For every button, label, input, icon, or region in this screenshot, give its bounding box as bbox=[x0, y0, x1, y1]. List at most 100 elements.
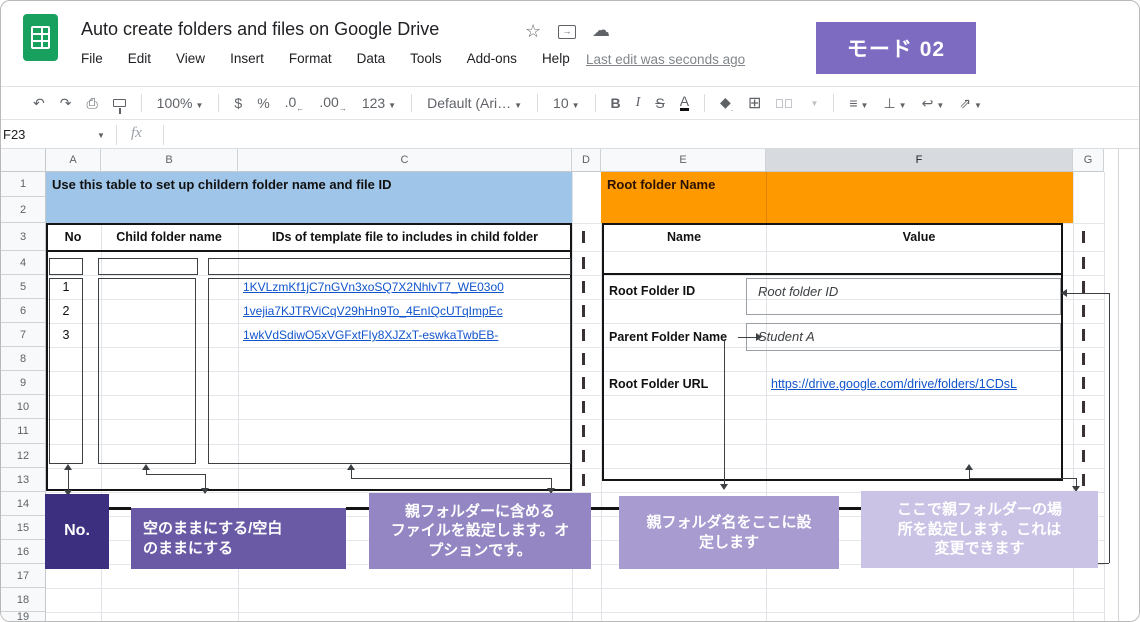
bold-button[interactable]: B bbox=[611, 95, 621, 111]
row-header-7[interactable]: 7 bbox=[1, 323, 46, 347]
row-header-3[interactable]: 3 bbox=[1, 223, 46, 251]
annotation-leave-blank: 空のままにする/空白 のままにする bbox=[131, 508, 346, 569]
annotation-files-option: 親フォルダーに含める ファイルを設定します。オ プションです。 bbox=[369, 493, 591, 569]
header-no: No bbox=[64, 230, 82, 244]
right-table-banner-text: Root folder Name bbox=[607, 177, 716, 192]
redo-icon[interactable]: ↷ bbox=[60, 95, 72, 112]
more-formats-button[interactable]: 123 ▼ bbox=[362, 95, 396, 111]
row-header-1[interactable]: 1 bbox=[1, 172, 46, 197]
bracket-note-to-id-box bbox=[1067, 293, 1109, 294]
root-folder-id-value[interactable]: Root folder ID bbox=[758, 284, 838, 299]
text-rotation-icon[interactable]: ⇗ ▼ bbox=[959, 95, 982, 112]
column-header-f[interactable]: F bbox=[766, 149, 1073, 172]
col-b-row4-box bbox=[98, 258, 198, 275]
italic-button[interactable]: I bbox=[636, 95, 641, 111]
template-file-link-3[interactable]: 1wkVdSdiwO5xVGFxtFIy8XJZxT-eswkaTwbEB- bbox=[243, 328, 569, 342]
menu-item-add-ons[interactable]: Add-ons bbox=[467, 51, 517, 66]
paint-format-icon[interactable] bbox=[112, 99, 126, 114]
menu-item-data[interactable]: Data bbox=[357, 51, 386, 66]
row-header-8[interactable]: 8 bbox=[1, 347, 46, 371]
row-header-17[interactable]: 17 bbox=[1, 564, 46, 588]
row-no-3[interactable]: 3 bbox=[63, 328, 70, 342]
row-header-5[interactable]: 5 bbox=[1, 275, 46, 299]
template-file-link-2[interactable]: 1vejia7KJTRViCqV29hHn9To_4EnIQcUTqImpEc bbox=[243, 304, 569, 318]
menu-item-file[interactable]: File bbox=[81, 51, 103, 66]
sheet-right-edge bbox=[1118, 149, 1119, 621]
menu-bar: File Edit View Insert Format Data Tools Add-ons… bbox=[81, 51, 570, 66]
row-header-19[interactable]: 19 bbox=[1, 611, 46, 621]
label-parent-folder-name: Parent Folder Name bbox=[609, 330, 728, 344]
left-table-banner-cell[interactable]: Use this table to set up childern folder… bbox=[46, 172, 572, 223]
column-header-b[interactable]: B bbox=[101, 149, 238, 172]
sheets-logo-icon[interactable] bbox=[23, 14, 58, 61]
column-header-a[interactable]: A bbox=[46, 149, 101, 172]
left-table-header-rule bbox=[46, 250, 572, 252]
row-header-10[interactable]: 10 bbox=[1, 395, 46, 419]
left-table-banner-text: Use this table to set up childern folder… bbox=[52, 177, 392, 192]
menu-item-format[interactable]: Format bbox=[289, 51, 332, 66]
row-header-2[interactable]: 2 bbox=[1, 197, 46, 223]
annotation-parent-name: 親フォルダ名をここに設 定します bbox=[619, 496, 839, 569]
text-wrap-icon[interactable]: ↩ ▼ bbox=[922, 95, 945, 112]
row-header-14[interactable]: 14 bbox=[1, 492, 46, 516]
connector-a-to-no bbox=[68, 467, 69, 492]
last-edit-status[interactable]: Last edit was seconds ago bbox=[586, 52, 745, 67]
row-no-2[interactable]: 2 bbox=[63, 304, 70, 318]
header-template-ids: IDs of template file to includes in chil… bbox=[271, 230, 539, 244]
currency-format-button[interactable]: $ bbox=[234, 95, 242, 111]
menu-item-help[interactable]: Help bbox=[542, 51, 570, 66]
strikethrough-button[interactable]: S bbox=[655, 95, 664, 111]
document-title[interactable]: Auto create folders and files on Google … bbox=[81, 19, 439, 40]
root-folder-url-link[interactable]: https://drive.google.com/drive/folders/1… bbox=[771, 377, 1061, 391]
menu-item-edit[interactable]: Edit bbox=[128, 51, 151, 66]
undo-icon[interactable]: ↶ bbox=[33, 95, 45, 112]
select-all-corner[interactable] bbox=[1, 149, 46, 172]
row-header-4[interactable]: 4 bbox=[1, 251, 46, 275]
right-table-banner-cell[interactable]: Root folder Name bbox=[601, 172, 1073, 223]
header-child-folder-name: Child folder name bbox=[116, 230, 222, 244]
fx-icon: fx bbox=[131, 125, 142, 141]
row-header-11[interactable]: 11 bbox=[1, 419, 46, 444]
label-root-folder-url: Root Folder URL bbox=[609, 377, 709, 391]
row-header-13[interactable]: 13 bbox=[1, 468, 46, 492]
star-icon[interactable]: ☆ bbox=[525, 21, 541, 42]
row-no-1[interactable]: 1 bbox=[63, 280, 70, 294]
percent-format-button[interactable]: % bbox=[257, 95, 269, 111]
font-select[interactable]: Default (Ari… ▼ bbox=[427, 95, 522, 111]
row-header-9[interactable]: 9 bbox=[1, 371, 46, 395]
merge-cells-icon[interactable] bbox=[776, 98, 793, 108]
spreadsheet-grid[interactable]: Use this table to set up childern folder… bbox=[1, 149, 1139, 621]
right-table-border bbox=[602, 223, 1063, 481]
row-header-12[interactable]: 12 bbox=[1, 444, 46, 468]
menu-item-insert[interactable]: Insert bbox=[230, 51, 264, 66]
print-icon[interactable]: ⎙ bbox=[86, 95, 97, 112]
annotation-chain bbox=[109, 507, 131, 510]
connector-b-to-blank-note bbox=[146, 474, 206, 475]
menu-item-tools[interactable]: Tools bbox=[410, 51, 442, 66]
column-header-g[interactable]: G bbox=[1073, 149, 1104, 172]
move-to-folder-icon[interactable]: → bbox=[558, 25, 576, 39]
connector-c-to-files-note bbox=[351, 478, 551, 479]
text-color-button[interactable]: A bbox=[679, 94, 690, 111]
menu-item-view[interactable]: View bbox=[176, 51, 205, 66]
decrease-decimal-button[interactable]: .0← bbox=[285, 94, 305, 113]
template-file-link-1[interactable]: 1KVLzmKf1jC7nGVn3xoSQ7X2NhlvT7_WE03o0 bbox=[243, 280, 569, 294]
row-header-16[interactable]: 16 bbox=[1, 540, 46, 564]
column-header-e[interactable]: E bbox=[601, 149, 766, 172]
name-box[interactable]: F23 bbox=[3, 127, 25, 142]
connector-value-to-location-note bbox=[969, 478, 1077, 479]
increase-decimal-button[interactable]: .00→ bbox=[319, 94, 346, 113]
row-header-6[interactable]: 6 bbox=[1, 299, 46, 323]
parent-folder-name-value[interactable]: Student A bbox=[758, 329, 815, 344]
vertical-align-icon[interactable]: ⊥ ▼ bbox=[883, 95, 906, 112]
column-header-c[interactable]: C bbox=[238, 149, 572, 172]
name-box-caret-icon[interactable]: ▼ bbox=[97, 131, 105, 140]
zoom-select[interactable]: 100% ▼ bbox=[157, 95, 204, 111]
font-size-select[interactable]: 10 ▼ bbox=[553, 95, 580, 111]
borders-icon[interactable]: ⊞ bbox=[748, 93, 761, 113]
row-header-15[interactable]: 15 bbox=[1, 516, 46, 540]
horizontal-align-icon[interactable]: ≡ ▼ bbox=[849, 95, 868, 111]
row-header-18[interactable]: 18 bbox=[1, 588, 46, 612]
fill-color-icon[interactable]: ◆. bbox=[720, 94, 733, 113]
column-header-d[interactable]: D bbox=[572, 149, 601, 172]
